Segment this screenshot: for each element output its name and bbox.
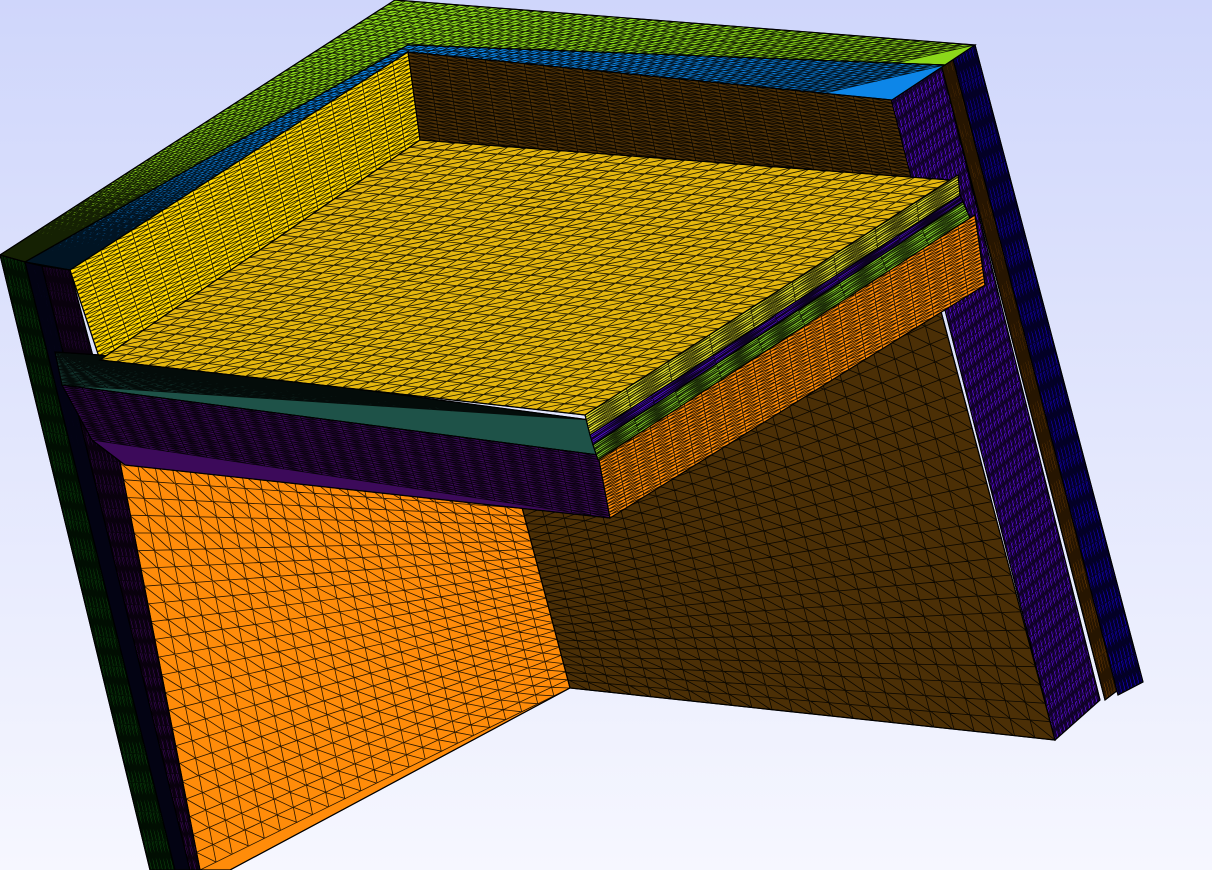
mesh-canvas[interactable]: [0, 0, 1212, 870]
mesh-viewport[interactable]: [0, 0, 1212, 870]
